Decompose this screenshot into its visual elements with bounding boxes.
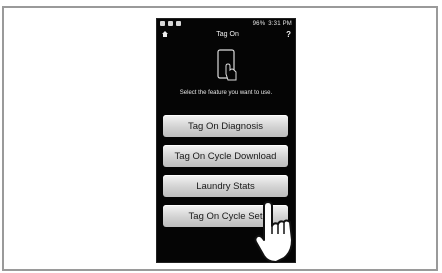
tag-on-cycle-download-button[interactable]: Tag On Cycle Download xyxy=(163,145,288,167)
app-header: Tag On ? xyxy=(157,28,295,40)
phone-tap-icon xyxy=(217,49,237,81)
tag-on-illustration xyxy=(157,48,295,82)
laundry-stats-button[interactable]: Laundry Stats xyxy=(163,175,288,197)
instruction-text: Select the feature you want to use. xyxy=(179,90,273,96)
status-icons-right: 96% 3:31 PM xyxy=(253,21,292,27)
pointing-hand-icon xyxy=(254,201,293,263)
tag-on-diagnosis-button[interactable]: Tag On Diagnosis xyxy=(163,115,288,137)
status-icons-left xyxy=(160,21,181,26)
notification-icon xyxy=(160,21,165,26)
battery-percent: 96% xyxy=(252,20,266,27)
notification-icon xyxy=(168,21,173,26)
page-title: Tag On xyxy=(216,30,239,38)
home-icon[interactable] xyxy=(161,30,169,38)
clock: 3:31 PM xyxy=(268,20,292,27)
signal-icon xyxy=(176,21,181,26)
status-bar: 96% 3:31 PM xyxy=(157,19,295,28)
help-icon[interactable]: ? xyxy=(286,30,291,39)
